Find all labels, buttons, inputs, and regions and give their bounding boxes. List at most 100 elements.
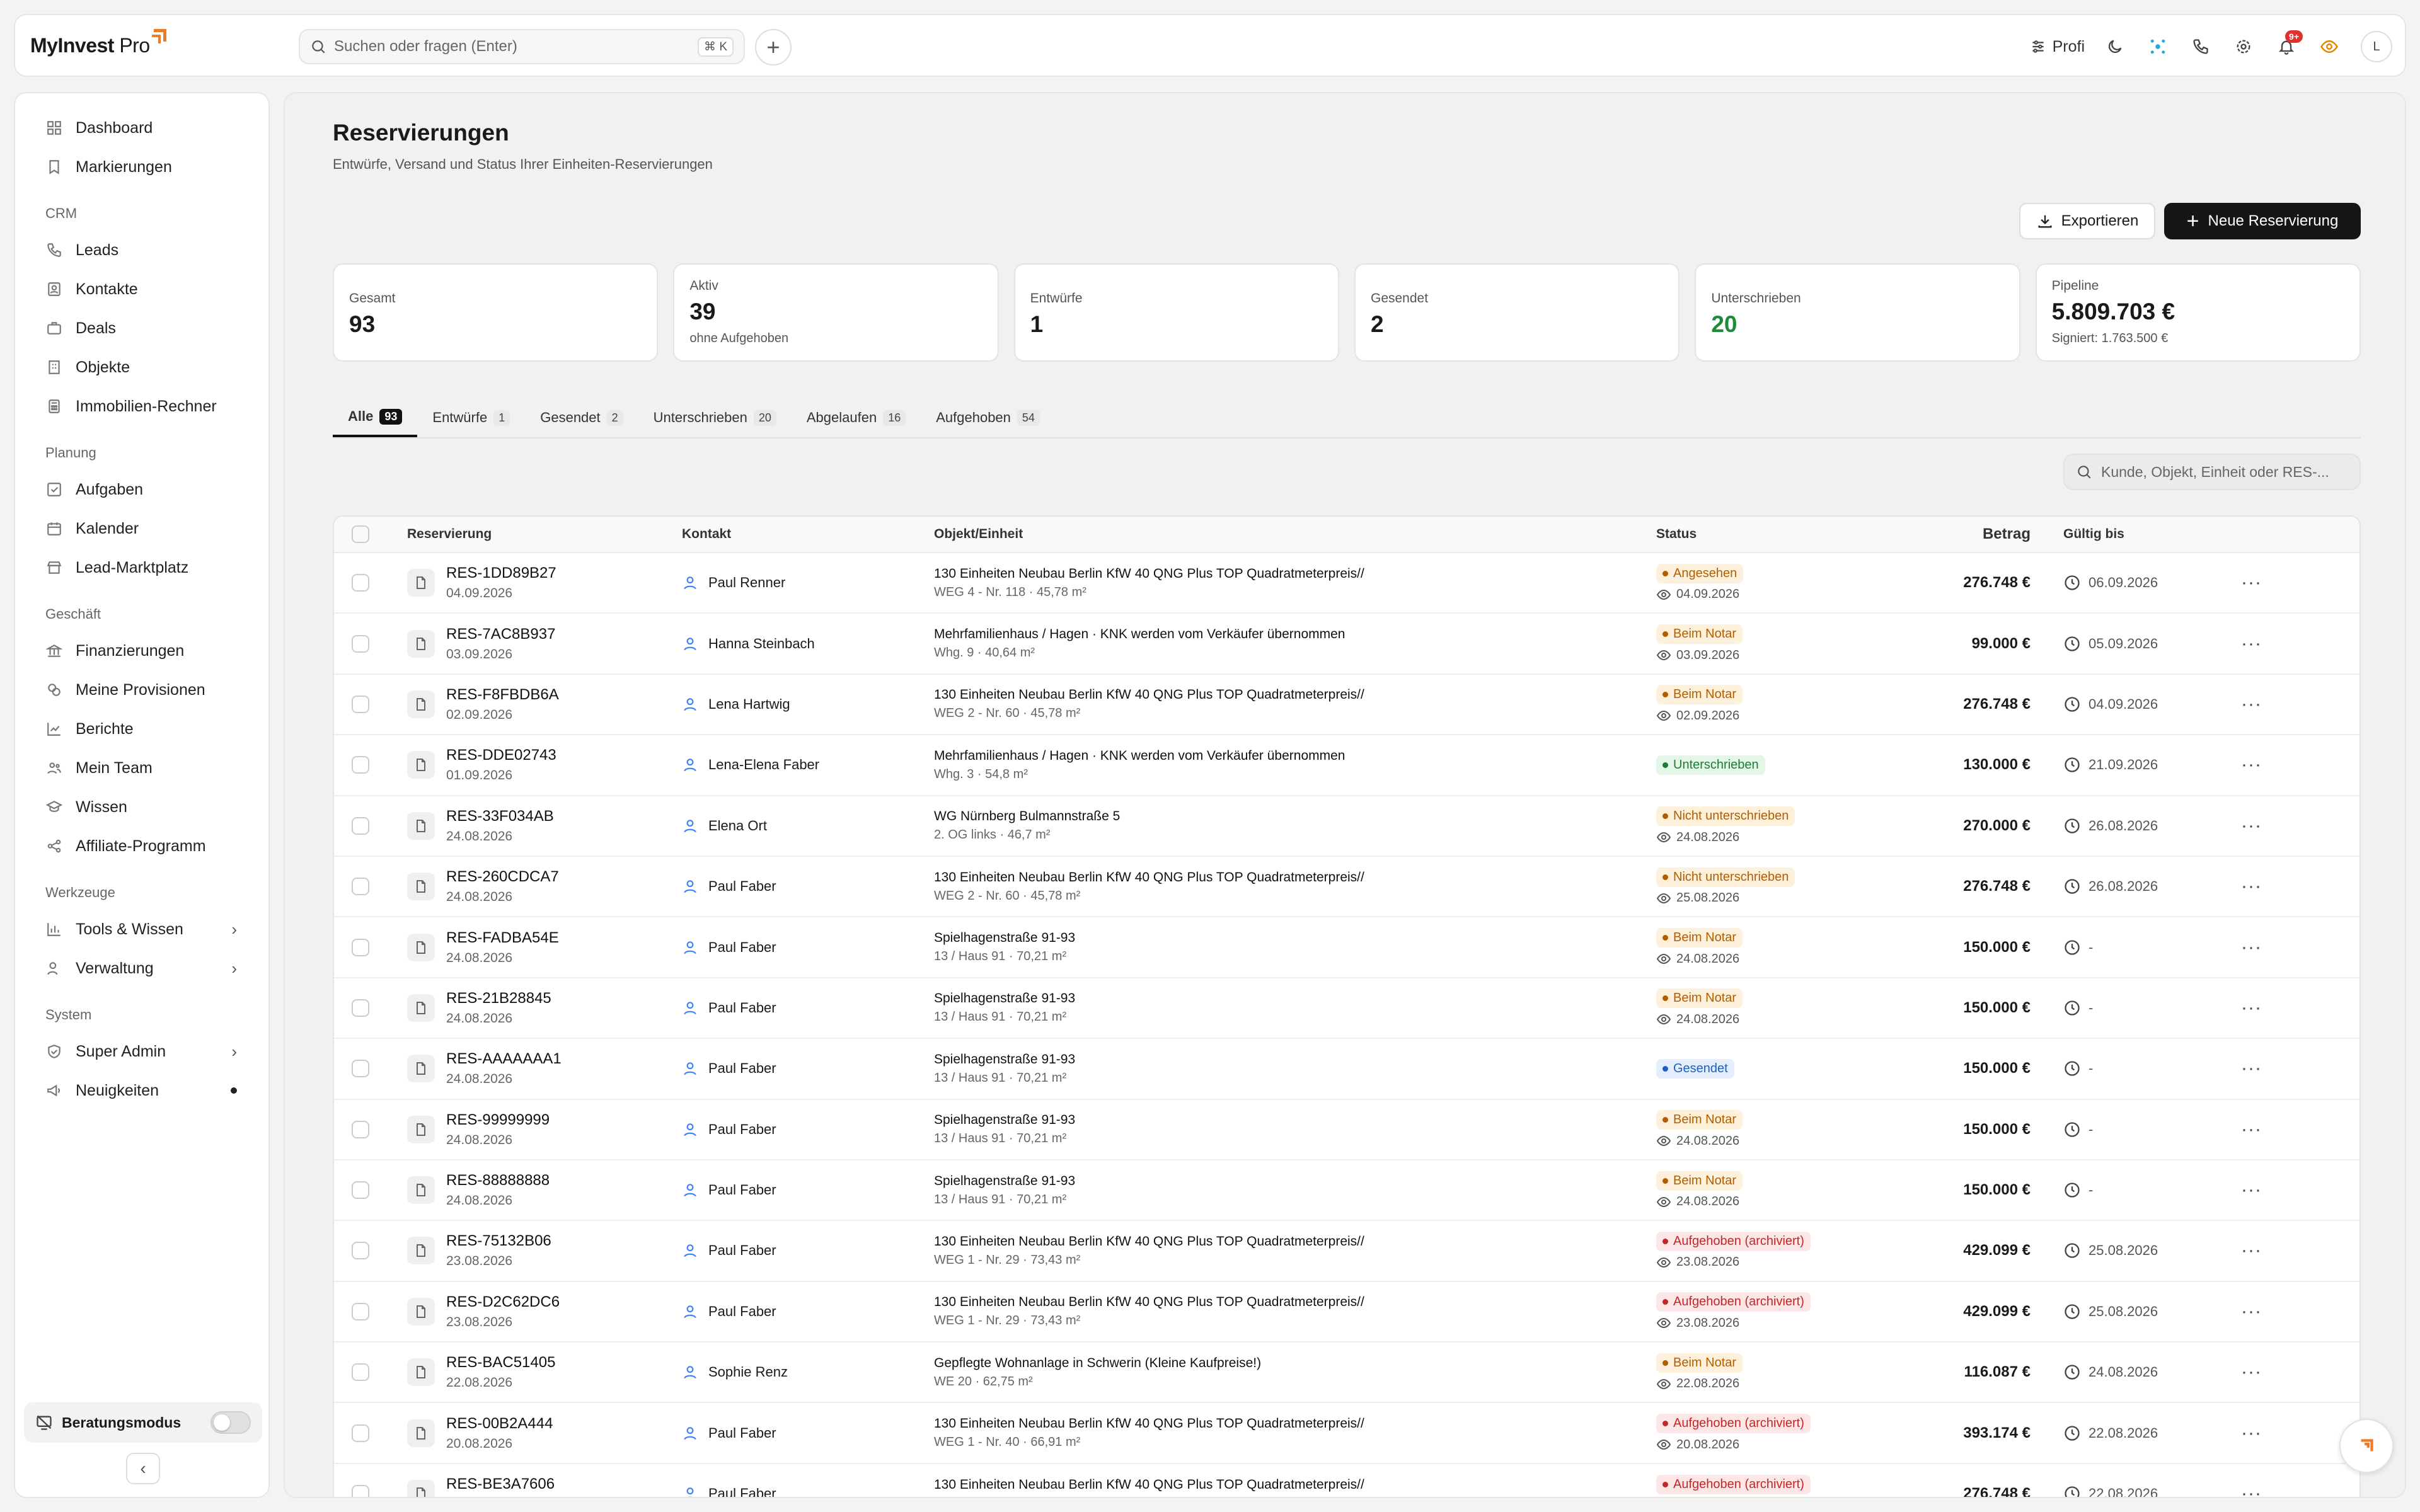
table-row[interactable]: RES-75132B06 23.08.2026 Paul Faber 130 Ei… — [334, 1221, 2360, 1282]
sidebar-item-meine-provisionen[interactable]: Meine Provisionen — [28, 670, 256, 709]
table-row[interactable]: RES-BAC51405 22.08.2026 Sophie Renz Gepfl… — [334, 1343, 2360, 1404]
notifications-button[interactable]: 9+ — [2265, 29, 2308, 64]
contact-name[interactable]: Paul Faber — [708, 1425, 776, 1441]
row-actions-button[interactable]: ··· — [2241, 633, 2298, 655]
tab-aufgehoben[interactable]: Aufgehoben 54 — [921, 398, 1055, 437]
row-checkbox[interactable] — [352, 816, 369, 835]
row-checkbox[interactable] — [352, 634, 369, 653]
reservation-id[interactable]: RES-75132B06 — [446, 1232, 551, 1250]
table-row[interactable]: RES-7AC8B937 03.09.2026 Hanna Steinbach M… — [334, 614, 2360, 675]
table-row[interactable]: RES-99999999 24.08.2026 Paul Faber Spielh… — [334, 1100, 2360, 1160]
row-actions-button[interactable]: ··· — [2241, 876, 2298, 897]
reservation-id[interactable]: RES-D2C62DC6 — [446, 1293, 560, 1311]
reservation-id[interactable]: RES-1DD89B27 — [446, 564, 556, 582]
table-row[interactable]: RES-260CDCA7 24.08.2026 Paul Faber 130 Ei… — [334, 857, 2360, 918]
row-actions-button[interactable]: ··· — [2241, 815, 2298, 837]
row-checkbox[interactable] — [352, 1242, 369, 1260]
table-row[interactable]: RES-1DD89B27 04.09.2026 Paul Renner 130 E… — [334, 553, 2360, 614]
tab-alle[interactable]: Alle 93 — [333, 398, 418, 437]
profile-mode-button[interactable]: Profi — [2021, 29, 2094, 64]
sidebar-item-immobilien-rechner[interactable]: Immobilien-Rechner — [28, 387, 256, 426]
new-reservation-button[interactable]: + Neue Reservierung — [2164, 203, 2361, 239]
row-checkbox[interactable] — [352, 1485, 369, 1497]
col-header-betrag[interactable]: Betrag — [1896, 525, 2031, 543]
table-row[interactable]: RES-DDE02743 01.09.2026 Lena-Elena Faber … — [334, 735, 2360, 796]
tab-gesendet[interactable]: Gesendet 2 — [525, 398, 638, 437]
quick-add-button[interactable]: + — [755, 29, 792, 66]
sidebar-item-leads[interactable]: Leads — [28, 231, 256, 270]
phone-button[interactable] — [2179, 29, 2222, 64]
settings-button[interactable] — [2222, 29, 2265, 64]
app-logo[interactable]: MyInvest Pro — [30, 28, 270, 57]
sidebar-item-aufgaben[interactable]: Aufgaben — [28, 470, 256, 509]
row-checkbox[interactable] — [352, 1120, 369, 1138]
sidebar-item-finanzierungen[interactable]: Finanzierungen — [28, 631, 256, 670]
row-actions-button[interactable]: ··· — [2241, 997, 2298, 1019]
reservation-id[interactable]: RES-7AC8B937 — [446, 626, 555, 643]
ai-assistant-button[interactable] — [2136, 29, 2179, 64]
row-actions-button[interactable]: ··· — [2241, 694, 2298, 715]
table-row[interactable]: RES-BE3A7606 20.08.2026 Paul Faber 130 Ei… — [334, 1464, 2360, 1497]
row-actions-button[interactable]: ··· — [2241, 1240, 2298, 1261]
row-actions-button[interactable]: ··· — [2241, 1361, 2298, 1383]
col-header-reservierung[interactable]: Reservierung — [405, 527, 682, 542]
contact-name[interactable]: Lena Hartwig — [708, 696, 790, 713]
beratungsmodus-switch[interactable] — [210, 1411, 251, 1434]
row-actions-button[interactable]: ··· — [2241, 1483, 2298, 1497]
row-actions-button[interactable]: ··· — [2241, 754, 2298, 776]
user-avatar[interactable]: L — [2361, 31, 2392, 62]
row-actions-button[interactable]: ··· — [2241, 937, 2298, 958]
col-header-gueltig[interactable]: Gültig bis — [2031, 527, 2241, 542]
reservation-id[interactable]: RES-21B28845 — [446, 990, 551, 1007]
reservation-id[interactable]: RES-DDE02743 — [446, 747, 556, 764]
reservation-id[interactable]: RES-99999999 — [446, 1111, 550, 1129]
contact-name[interactable]: Lena-Elena Faber — [708, 757, 819, 773]
reservation-id[interactable]: RES-BAC51405 — [446, 1354, 555, 1372]
sidebar-item-objekte[interactable]: Objekte — [28, 348, 256, 387]
row-checkbox[interactable] — [352, 1060, 369, 1078]
row-actions-button[interactable]: ··· — [2241, 1119, 2298, 1140]
table-row[interactable]: RES-33F034AB 24.08.2026 Elena Ort WG Nürn… — [334, 796, 2360, 857]
beratungsmodus-toggle-row[interactable]: Beratungsmodus — [24, 1402, 262, 1443]
reservation-id[interactable]: RES-00B2A444 — [446, 1415, 553, 1433]
table-row[interactable]: RES-D2C62DC6 23.08.2026 Paul Faber 130 Ei… — [334, 1282, 2360, 1343]
reservation-id[interactable]: RES-F8FBDB6A — [446, 686, 559, 704]
contact-name[interactable]: Elena Ort — [708, 818, 767, 834]
sidebar-item-affiliate-programm[interactable]: Affiliate-Programm — [28, 827, 256, 866]
row-checkbox[interactable] — [352, 938, 369, 956]
row-actions-button[interactable]: ··· — [2241, 1301, 2298, 1322]
sidebar-item-kalender[interactable]: Kalender — [28, 509, 256, 548]
row-actions-button[interactable]: ··· — [2241, 572, 2298, 593]
tab-entwuerfe[interactable]: Entwürfe 1 — [417, 398, 525, 437]
contact-name[interactable]: Paul Renner — [708, 575, 785, 591]
contact-name[interactable]: Paul Faber — [708, 1121, 776, 1138]
contact-name[interactable]: Paul Faber — [708, 1242, 776, 1259]
sidebar-item-super-admin[interactable]: Super Admin › — [28, 1032, 256, 1071]
contact-name[interactable]: Paul Faber — [708, 1000, 776, 1016]
sidebar-item-kontakte[interactable]: Kontakte — [28, 270, 256, 309]
export-button[interactable]: Exportieren — [2019, 203, 2155, 239]
col-header-objekt[interactable]: Objekt/Einheit — [934, 527, 1656, 542]
contact-name[interactable]: Hanna Steinbach — [708, 636, 815, 652]
select-all-checkbox[interactable] — [352, 525, 369, 543]
row-checkbox[interactable] — [352, 878, 369, 896]
reservation-id[interactable]: RES-33F034AB — [446, 808, 554, 825]
sidebar-item-neuigkeiten[interactable]: Neuigkeiten — [28, 1071, 256, 1110]
table-row[interactable]: RES-88888888 24.08.2026 Paul Faber Spielh… — [334, 1160, 2360, 1222]
contact-name[interactable]: Paul Faber — [708, 1486, 776, 1497]
sidebar-item-lead-marktplatz[interactable]: Lead-Marktplatz — [28, 548, 256, 587]
contact-name[interactable]: Paul Faber — [708, 1060, 776, 1077]
contact-name[interactable]: Sophie Renz — [708, 1364, 788, 1380]
sidebar-collapse-button[interactable]: ‹ — [126, 1453, 160, 1484]
sidebar-item-verwaltung[interactable]: Verwaltung › — [28, 949, 256, 988]
table-row[interactable]: RES-AAAAAAA1 24.08.2026 Paul Faber Spielh… — [334, 1039, 2360, 1100]
reservation-id[interactable]: RES-BE3A7606 — [446, 1475, 555, 1493]
table-row[interactable]: RES-21B28845 24.08.2026 Paul Faber Spielh… — [334, 978, 2360, 1040]
sidebar-item-mein-team[interactable]: Mein Team — [28, 748, 256, 788]
reservation-id[interactable]: RES-260CDCA7 — [446, 868, 559, 886]
row-checkbox[interactable] — [352, 1363, 369, 1382]
reservation-id[interactable]: RES-88888888 — [446, 1172, 550, 1189]
row-checkbox[interactable] — [352, 574, 369, 592]
contact-name[interactable]: Paul Faber — [708, 1182, 776, 1198]
row-actions-button[interactable]: ··· — [2241, 1423, 2298, 1444]
